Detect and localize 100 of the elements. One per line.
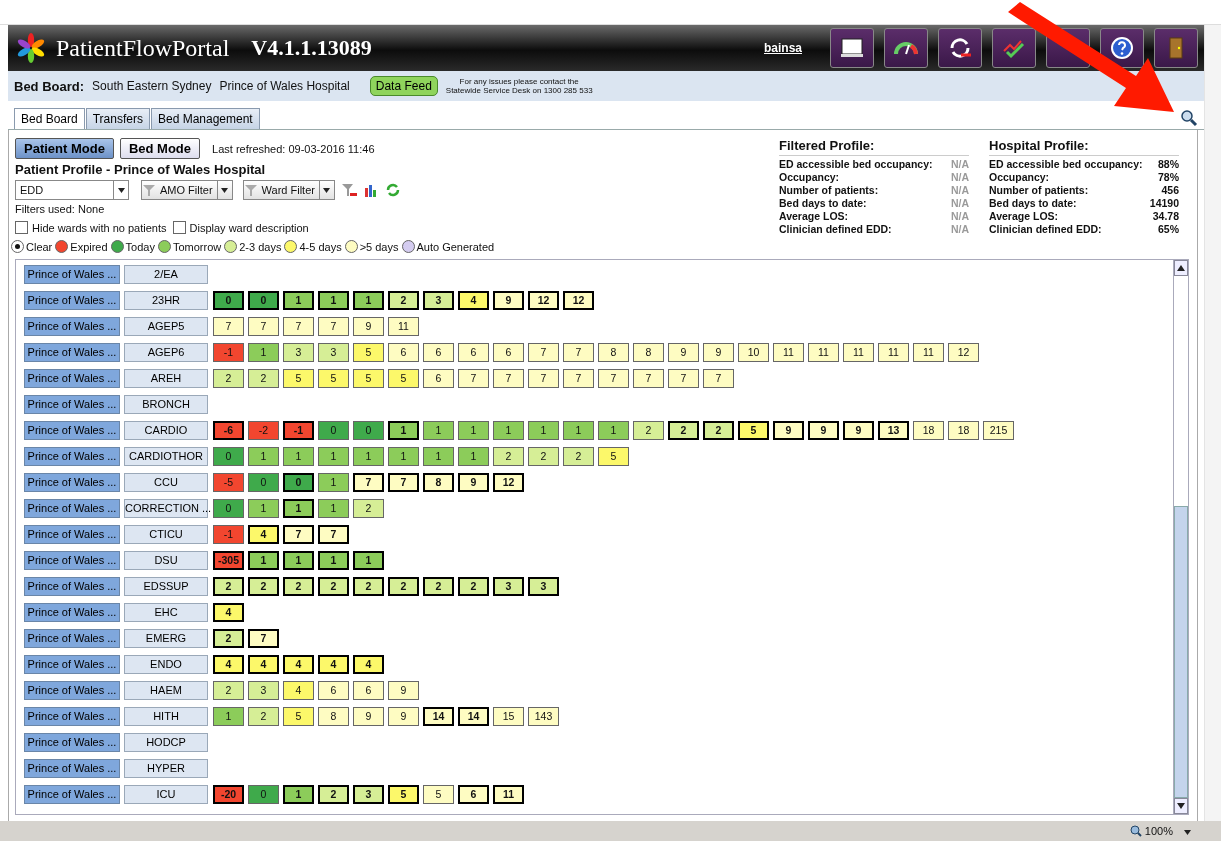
ward-filter-dropdown[interactable]: Ward Filter	[242, 180, 335, 200]
bed-tile[interactable]: 1	[388, 446, 419, 466]
refresh-icon[interactable]	[384, 182, 401, 198]
radio-button[interactable]	[11, 240, 24, 253]
bed-tile[interactable]: 2	[248, 368, 279, 388]
bed-tile[interactable]: 215	[983, 420, 1014, 440]
ward-button[interactable]: 23HR	[124, 290, 208, 310]
ward-button[interactable]: CCU	[124, 472, 208, 492]
bed-tile[interactable]: 3	[318, 342, 349, 362]
bed-tile[interactable]: 12	[493, 472, 524, 492]
bed-tile[interactable]: 9	[773, 420, 804, 440]
ward-button[interactable]: AGEP5	[124, 316, 208, 336]
bed-tile[interactable]: 1	[318, 472, 349, 492]
bed-tile[interactable]: 4	[248, 654, 279, 674]
bed-tile[interactable]: 11	[773, 342, 804, 362]
checkbox[interactable]	[172, 221, 186, 234]
hospital-button[interactable]: Prince of Wales ...	[24, 758, 120, 778]
bed-tile[interactable]: 1	[458, 420, 489, 440]
bed-tile[interactable]: 8	[633, 342, 664, 362]
bed-tile[interactable]: 1	[213, 706, 244, 726]
ward-button[interactable]: EDSSUP	[124, 576, 208, 596]
bed-tile[interactable]: 9	[353, 706, 384, 726]
bed-tile[interactable]: 9	[458, 472, 489, 492]
hospital-button[interactable]: Prince of Wales ...	[24, 316, 120, 336]
bed-tile[interactable]: 1	[493, 420, 524, 440]
bed-tile[interactable]: 1	[423, 420, 454, 440]
bed-tile[interactable]: 7	[318, 316, 349, 336]
bed-tile[interactable]: 2	[353, 576, 384, 596]
radio-button[interactable]	[157, 240, 171, 253]
tab[interactable]: Transfers	[85, 108, 150, 129]
bed-tile[interactable]: 12	[528, 290, 559, 310]
bed-tile[interactable]: 7	[353, 472, 384, 492]
bed-tile[interactable]: 0	[318, 420, 349, 440]
bed-tile[interactable]: 4	[283, 680, 314, 700]
bed-tile[interactable]: 13	[878, 420, 909, 440]
ward-button[interactable]: AREH	[124, 368, 208, 388]
bed-tile[interactable]: 2	[318, 784, 349, 804]
checkbox[interactable]	[15, 221, 28, 234]
bed-tile[interactable]: 7	[598, 368, 629, 388]
bed-tile[interactable]: 15	[493, 706, 524, 726]
bed-tile[interactable]: 2	[213, 368, 244, 388]
bed-tile[interactable]: 7	[213, 316, 244, 336]
bed-tile[interactable]: 11	[808, 342, 839, 362]
hospital-button[interactable]: Prince of Wales ...	[24, 498, 120, 518]
ward-button[interactable]: AGEP6	[124, 342, 208, 362]
bed-tile[interactable]: 2	[528, 446, 559, 466]
radio-button[interactable]	[344, 240, 358, 253]
bed-tile[interactable]: 2	[213, 680, 244, 700]
bed-tile[interactable]: 1	[353, 550, 384, 570]
bed-tile[interactable]: 0	[353, 420, 384, 440]
radio-button[interactable]	[224, 240, 238, 253]
bed-tile[interactable]: 7	[283, 524, 314, 544]
hospital-button[interactable]: Prince of Wales ...	[24, 290, 120, 310]
toolbar-button[interactable]	[884, 28, 928, 68]
bed-tile[interactable]: 3	[493, 576, 524, 596]
bed-tile[interactable]: 6	[458, 342, 489, 362]
ward-button[interactable]: ENDO	[124, 654, 208, 674]
ward-button[interactable]: CARDIOTHOR	[124, 446, 208, 466]
bed-tile[interactable]: 2	[248, 706, 279, 726]
bed-tile[interactable]: 12	[563, 290, 594, 310]
page-scrollbar[interactable]	[1204, 25, 1221, 821]
bed-tile[interactable]: 9	[388, 706, 419, 726]
bed-tile[interactable]: 5	[738, 420, 769, 440]
bed-tile[interactable]: 6	[318, 680, 349, 700]
bed-tile[interactable]: 2	[423, 576, 454, 596]
bed-tile[interactable]: 8	[318, 706, 349, 726]
clear-filter-icon[interactable]	[340, 182, 357, 198]
tab[interactable]: Bed Management	[150, 108, 260, 129]
bed-tile[interactable]: 10	[738, 342, 769, 362]
hospital-button[interactable]: Prince of Wales ...	[24, 732, 120, 752]
bed-tile[interactable]: 1	[458, 446, 489, 466]
bed-tile[interactable]: 12	[948, 342, 979, 362]
bed-tile[interactable]: 1	[283, 498, 314, 518]
scrollbar-thumb[interactable]	[1174, 506, 1188, 798]
bed-tile[interactable]: 14	[458, 706, 489, 726]
hospital-button[interactable]: Prince of Wales ...	[24, 264, 120, 284]
bed-tile[interactable]: -305	[213, 550, 244, 570]
search-icon[interactable]	[1180, 109, 1198, 127]
bed-tile[interactable]: 1	[318, 290, 349, 310]
bed-tile[interactable]: 9	[388, 680, 419, 700]
mode-button[interactable]: Patient Mode	[15, 138, 114, 159]
bed-tile[interactable]: 1	[318, 498, 349, 518]
bed-tile[interactable]: 1	[283, 550, 314, 570]
data-feed-button[interactable]: Data Feed	[369, 76, 438, 96]
amo-filter-dropdown[interactable]: AMO Filter	[141, 180, 233, 200]
hospital-button[interactable]: Prince of Wales ...	[24, 602, 120, 622]
bed-tile[interactable]: 6	[493, 342, 524, 362]
bed-tile[interactable]: 9	[493, 290, 524, 310]
bed-tile[interactable]: 4	[353, 654, 384, 674]
bed-tile[interactable]: 7	[318, 524, 349, 544]
bed-tile[interactable]: 9	[808, 420, 839, 440]
toolbar-button[interactable]	[1100, 28, 1144, 68]
tab[interactable]: Bed Board	[14, 108, 85, 129]
bed-tile[interactable]: 7	[633, 368, 664, 388]
hospital-button[interactable]: Prince of Wales ...	[24, 446, 120, 466]
bed-tile[interactable]: 0	[283, 472, 314, 492]
bed-tile[interactable]: 1	[388, 420, 419, 440]
bed-tile[interactable]: 9	[843, 420, 874, 440]
sort-dropdown[interactable]: EDD	[15, 180, 129, 200]
ward-button[interactable]: HYPER	[124, 758, 208, 778]
